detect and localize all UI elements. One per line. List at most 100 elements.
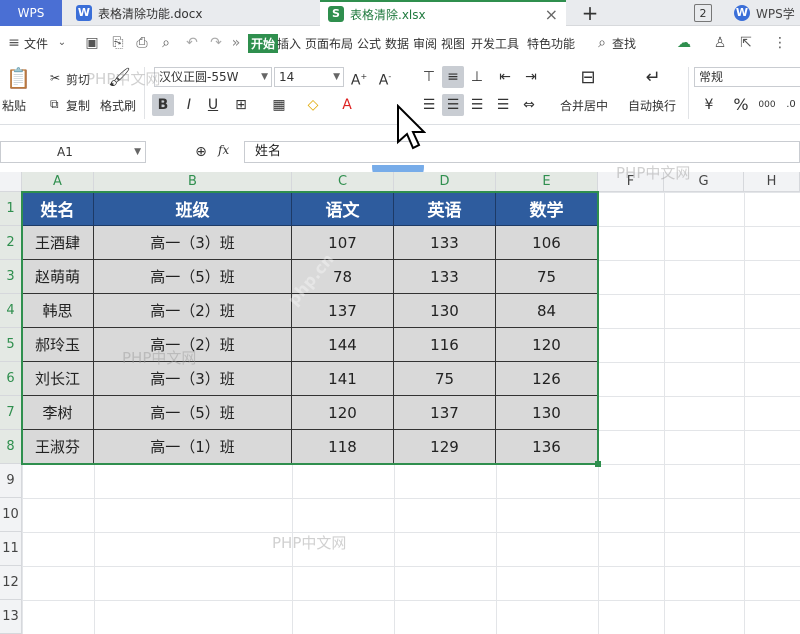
chevron-down-icon[interactable]: ⌄	[54, 35, 70, 51]
paste-button[interactable]: 粘贴	[2, 97, 26, 114]
align-center-icon[interactable]: ☰	[442, 94, 464, 116]
zoom-icon[interactable]: ⊕	[190, 141, 212, 163]
table-cell[interactable]: 120	[292, 396, 394, 430]
underline-icon[interactable]: U	[202, 94, 224, 116]
hamburger-menu-icon[interactable]: ≡	[6, 35, 22, 51]
row-header-12[interactable]: 12	[0, 566, 22, 600]
table-cell[interactable]: 130	[496, 396, 598, 430]
table-cell[interactable]: 78	[292, 260, 394, 294]
justify-icon[interactable]: ☰	[492, 94, 514, 116]
print-icon[interactable]: ⎙	[134, 35, 150, 51]
account-button[interactable]: W WPS学	[734, 0, 800, 26]
table-cell[interactable]: 高一（2）班	[94, 328, 292, 362]
tab-formulas[interactable]: 公式	[357, 35, 381, 52]
currency-icon[interactable]: ¥	[698, 94, 720, 116]
tab-developer[interactable]: 开发工具	[471, 35, 519, 52]
table-cell[interactable]: 郝玲玉	[22, 328, 94, 362]
table-cell[interactable]: 133	[394, 226, 496, 260]
share-icon[interactable]: ⎘	[110, 35, 126, 51]
table-cell[interactable]: 75	[496, 260, 598, 294]
search-label[interactable]: 查找	[612, 35, 636, 52]
table-header-cell[interactable]: 姓名	[22, 192, 94, 226]
cell-style-icon[interactable]: ▦	[268, 94, 290, 116]
table-cell[interactable]: 137	[292, 294, 394, 328]
wrap-text-icon[interactable]: ↵	[642, 67, 664, 89]
tab-view[interactable]: 视图	[441, 35, 465, 52]
table-cell[interactable]: 144	[292, 328, 394, 362]
table-cell[interactable]: 李树	[22, 396, 94, 430]
cut-button[interactable]: 剪切	[66, 71, 90, 88]
column-header-e[interactable]: E	[496, 172, 598, 192]
clear-eraser-icon[interactable]: ⌫	[374, 94, 396, 116]
spreadsheet-grid[interactable]: A B C D E F G H 1 2 3 4 5 6 7 8 9 10 11 12 13 姓名 班级 语文 英语 数学 王酒肆 高一…	[0, 172, 800, 634]
table-cell[interactable]: 84	[496, 294, 598, 328]
table-cell[interactable]: 高一（3）班	[94, 226, 292, 260]
table-header-cell[interactable]: 语文	[292, 192, 394, 226]
column-header-f[interactable]: F	[598, 172, 664, 192]
undo-icon[interactable]: ↶	[184, 35, 200, 51]
decimal-icon[interactable]: .0	[780, 94, 800, 116]
tab-xlsx[interactable]: S 表格清除.xlsx ×	[320, 0, 566, 26]
column-header-c[interactable]: C	[292, 172, 394, 192]
row-header-3[interactable]: 3	[0, 260, 22, 294]
increase-indent-icon[interactable]: ⇥	[520, 66, 542, 88]
tab-special-features[interactable]: 特色功能	[527, 35, 575, 52]
table-cell[interactable]: 126	[496, 362, 598, 396]
column-header-d[interactable]: D	[394, 172, 496, 192]
row-header-2[interactable]: 2	[0, 226, 22, 260]
table-cell[interactable]: 赵萌萌	[22, 260, 94, 294]
italic-icon[interactable]: I	[178, 94, 200, 116]
bold-icon[interactable]: B	[152, 94, 174, 116]
fx-icon[interactable]: fx	[218, 143, 229, 157]
wrap-text-button[interactable]: 自动换行	[628, 97, 676, 114]
wps-home-tab[interactable]: WPS	[0, 0, 62, 26]
merge-center-button[interactable]: 合并居中	[560, 97, 608, 114]
table-cell[interactable]: 133	[394, 260, 496, 294]
merge-center-icon[interactable]: ⊟	[577, 67, 599, 89]
formula-input[interactable]: 姓名	[244, 141, 800, 163]
share-link-icon[interactable]: ⇱	[738, 35, 754, 51]
search-icon[interactable]: ⌕	[594, 35, 610, 51]
table-cell[interactable]: 141	[292, 362, 394, 396]
percent-button[interactable]: %	[730, 94, 752, 116]
table-cell[interactable]: 136	[496, 430, 598, 464]
table-cell[interactable]: 高一（5）班	[94, 260, 292, 294]
row-header-10[interactable]: 10	[0, 498, 22, 532]
tab-home[interactable]: 开始	[248, 34, 279, 53]
table-cell[interactable]: 高一（1）班	[94, 430, 292, 464]
font-name-select[interactable]: 汉仪正圆-55W ▼	[154, 67, 272, 87]
row-header-11[interactable]: 11	[0, 532, 22, 566]
tab-insert[interactable]: 插入	[277, 35, 301, 52]
fill-handle[interactable]	[595, 461, 601, 467]
table-cell[interactable]: 王酒肆	[22, 226, 94, 260]
table-cell[interactable]: 107	[292, 226, 394, 260]
file-menu[interactable]: 文件	[24, 35, 48, 52]
align-top-icon[interactable]: ⊤	[418, 66, 440, 88]
row-header-8[interactable]: 8	[0, 430, 22, 464]
decrease-indent-icon[interactable]: ⇤	[494, 66, 516, 88]
table-cell[interactable]: 高一（2）班	[94, 294, 292, 328]
format-painter-icon[interactable]: 🖌	[108, 67, 131, 89]
thousands-icon[interactable]: 000	[756, 94, 778, 116]
table-header-cell[interactable]: 班级	[94, 192, 292, 226]
align-right-icon[interactable]: ☰	[466, 94, 488, 116]
row-header-6[interactable]: 6	[0, 362, 22, 396]
font-size-select[interactable]: 14 ▼	[274, 67, 344, 87]
tab-data[interactable]: 数据	[385, 35, 409, 52]
distributed-icon[interactable]: ⇔	[518, 94, 540, 116]
cloud-icon[interactable]: ☁	[676, 35, 692, 51]
table-header-cell[interactable]: 英语	[394, 192, 496, 226]
table-cell[interactable]: 韩思	[22, 294, 94, 328]
table-cell[interactable]: 116	[394, 328, 496, 362]
align-bottom-icon[interactable]: ⊥	[466, 66, 488, 88]
table-cell[interactable]: 118	[292, 430, 394, 464]
table-cell[interactable]: 130	[394, 294, 496, 328]
print-preview-icon[interactable]: ⌕	[158, 35, 174, 51]
more-options-icon[interactable]: ⋮	[772, 35, 788, 51]
table-cell[interactable]: 王淑芬	[22, 430, 94, 464]
row-header-5[interactable]: 5	[0, 328, 22, 362]
row-header-13[interactable]: 13	[0, 600, 22, 634]
select-all-corner[interactable]	[0, 172, 22, 192]
more-icon[interactable]: »	[228, 35, 244, 51]
save-icon[interactable]: ▣	[84, 35, 100, 51]
